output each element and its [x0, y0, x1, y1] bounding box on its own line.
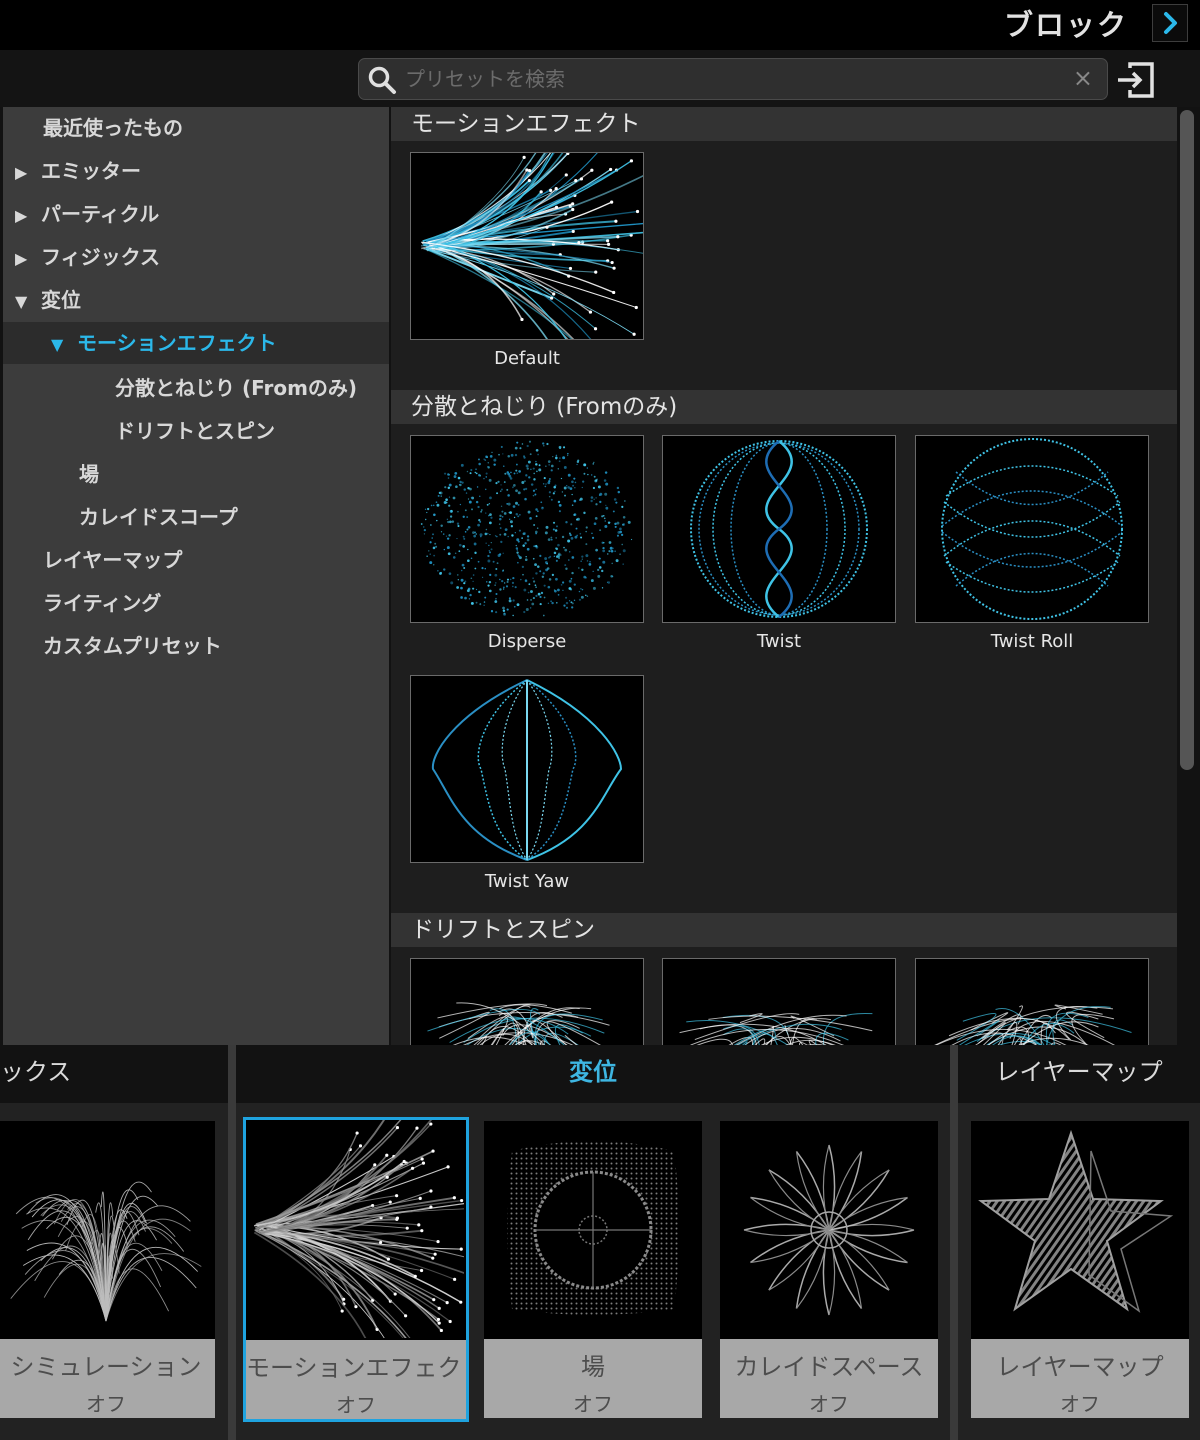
preset-label: Default — [494, 348, 560, 369]
expand-arrow-icon: ▶ — [15, 249, 28, 268]
tree-item-custom-presets[interactable]: カスタムプリセット — [3, 625, 389, 667]
tree-item-physics[interactable]: ▶ フィジックス — [3, 236, 389, 278]
preset-scrollbar[interactable] — [1180, 110, 1194, 770]
preset-thumbnail — [410, 152, 644, 340]
block-card-simulation[interactable]: シミュレーション オフ — [0, 1121, 215, 1418]
preset-thumbnail — [662, 958, 896, 1045]
search-icon — [368, 66, 396, 94]
block-card-motion-effect[interactable]: モーションエフェクト オフ — [243, 1117, 469, 1422]
preset-drift-1[interactable] — [410, 958, 644, 1045]
card-state: オフ — [86, 1392, 126, 1416]
preset-browser: モーションエフェクト Default 分散とねじり (Fromのみ) Dispe… — [391, 107, 1177, 1045]
tree-item-label: 最近使ったもの — [43, 116, 183, 140]
tree-item-label: ドリフトとスピン — [115, 419, 275, 443]
card-name: シミュレーション — [10, 1353, 202, 1381]
preset-disperse[interactable]: Disperse — [410, 435, 644, 652]
tree-item-drift-spin[interactable]: ドリフトとスピン — [3, 410, 389, 452]
collapse-arrow-icon: ▼ — [51, 335, 64, 354]
chevron-right-icon — [1164, 12, 1177, 34]
card-thumbnail — [743, 1144, 915, 1316]
tree-item-label: カレイドスコープ — [79, 505, 238, 529]
search-row: × — [0, 50, 1200, 107]
tree-item-kaleidoscope[interactable]: カレイドスコープ — [3, 496, 389, 538]
tree-item-label: 変位 — [41, 288, 81, 312]
tree-item-label: ライティング — [43, 591, 162, 615]
preset-drift-3[interactable] — [915, 958, 1149, 1045]
tree-item-label: カスタムプリセット — [43, 634, 222, 658]
preset-thumbnail — [662, 435, 896, 623]
tree-item-label: 分散とねじり (Fromのみ) — [115, 376, 358, 400]
tree-item-particle[interactable]: ▶ パーティクル — [3, 193, 389, 235]
category-header-displacement[interactable]: 変位 — [236, 1045, 950, 1103]
tree-item-layer-map[interactable]: レイヤーマップ — [3, 539, 389, 581]
preset-default[interactable]: Default — [410, 152, 644, 369]
tree-item-field[interactable]: 場 — [3, 453, 389, 495]
section-header-motion-effect: モーションエフェクト — [391, 107, 1177, 141]
search-box[interactable]: × — [358, 58, 1108, 100]
collapse-arrow-icon: ▼ — [15, 292, 28, 311]
card-thumbnail — [10, 1181, 202, 1322]
collapse-panel-button[interactable] — [1152, 4, 1188, 42]
tree-item-motion-effect[interactable]: ▼ モーションエフェクト — [3, 322, 389, 364]
preset-label: Twist Yaw — [484, 871, 570, 892]
top-bar: ブロック — [0, 0, 1200, 50]
category-tree: 最近使ったもの ▶ エミッター ▶ パーティクル ▶ フィジックス ▼ 変位 ▼ モーショ… — [3, 107, 389, 1045]
tree-item-label: パーティクル — [41, 202, 160, 226]
block-card-layer-map[interactable]: レイヤーマップ オフ — [971, 1121, 1189, 1418]
preset-thumbnail — [410, 958, 644, 1045]
block-card-kaleidospace[interactable]: カレイドスペース オフ — [720, 1121, 938, 1418]
block-card-field[interactable]: 場 オフ — [484, 1121, 702, 1418]
card-state: オフ — [573, 1392, 613, 1416]
block-category-bar: ックス 変位 レイヤーマップ シミュレーション オフ モーションエフェクト オフ — [0, 1045, 1200, 1440]
preset-label: Twist — [756, 631, 802, 652]
section-header-disperse-twist: 分散とねじり (Fromのみ) — [391, 390, 1177, 424]
tree-item-label: フィジックス — [41, 245, 160, 269]
card-name: 場 — [581, 1353, 605, 1381]
import-icon — [1118, 62, 1154, 98]
card-thumbnail — [253, 1120, 464, 1338]
card-name: カレイドスペース — [734, 1353, 924, 1381]
card-state: オフ — [1060, 1392, 1100, 1416]
category-divider — [950, 1045, 958, 1440]
clear-search-icon[interactable]: × — [1073, 64, 1093, 92]
card-state: オフ — [809, 1392, 849, 1416]
preset-label: Disperse — [487, 631, 567, 652]
preset-thumbnail — [410, 675, 644, 863]
panel-title: ブロック — [1003, 8, 1128, 42]
preset-label: Twist Roll — [990, 631, 1074, 652]
expand-arrow-icon: ▶ — [15, 206, 28, 225]
card-thumbnail — [507, 1141, 679, 1315]
preset-thumbnail — [915, 958, 1149, 1045]
category-divider — [228, 1045, 236, 1440]
expand-arrow-icon: ▶ — [15, 163, 28, 182]
card-name: モーションエフェクト — [246, 1354, 466, 1382]
tree-item-label: エミッター — [41, 159, 141, 183]
category-header-layer-map[interactable]: レイヤーマップ — [958, 1045, 1200, 1103]
import-button[interactable] — [1116, 62, 1156, 98]
tree-item-label: モーションエフェクト — [77, 331, 277, 355]
category-header-physics[interactable]: ックス — [0, 1045, 228, 1103]
section-header-drift-spin: ドリフトとスピン — [391, 913, 1177, 947]
tree-item-displacement[interactable]: ▼ 変位 — [3, 279, 389, 321]
tree-item-emitter[interactable]: ▶ エミッター — [3, 150, 389, 192]
preset-thumbnail — [915, 435, 1149, 623]
card-state: オフ — [336, 1393, 376, 1417]
preset-twist-yaw[interactable]: Twist Yaw — [410, 675, 644, 892]
card-name: レイヤーマップ — [996, 1353, 1164, 1381]
preset-thumbnail — [410, 435, 644, 623]
preset-twist-roll[interactable]: Twist Roll — [915, 435, 1149, 652]
tree-item-label: レイヤーマップ — [43, 548, 183, 572]
preset-twist[interactable]: Twist — [662, 435, 896, 652]
tree-item-disperse-twist[interactable]: 分散とねじり (Fromのみ) — [3, 367, 389, 409]
search-input[interactable] — [403, 63, 1047, 95]
tree-item-recent[interactable]: 最近使ったもの — [3, 107, 389, 149]
preset-drift-2[interactable] — [662, 958, 896, 1045]
card-thumbnail — [978, 1129, 1174, 1313]
tree-item-lighting[interactable]: ライティング — [3, 582, 389, 624]
tree-item-label: 場 — [79, 462, 99, 486]
